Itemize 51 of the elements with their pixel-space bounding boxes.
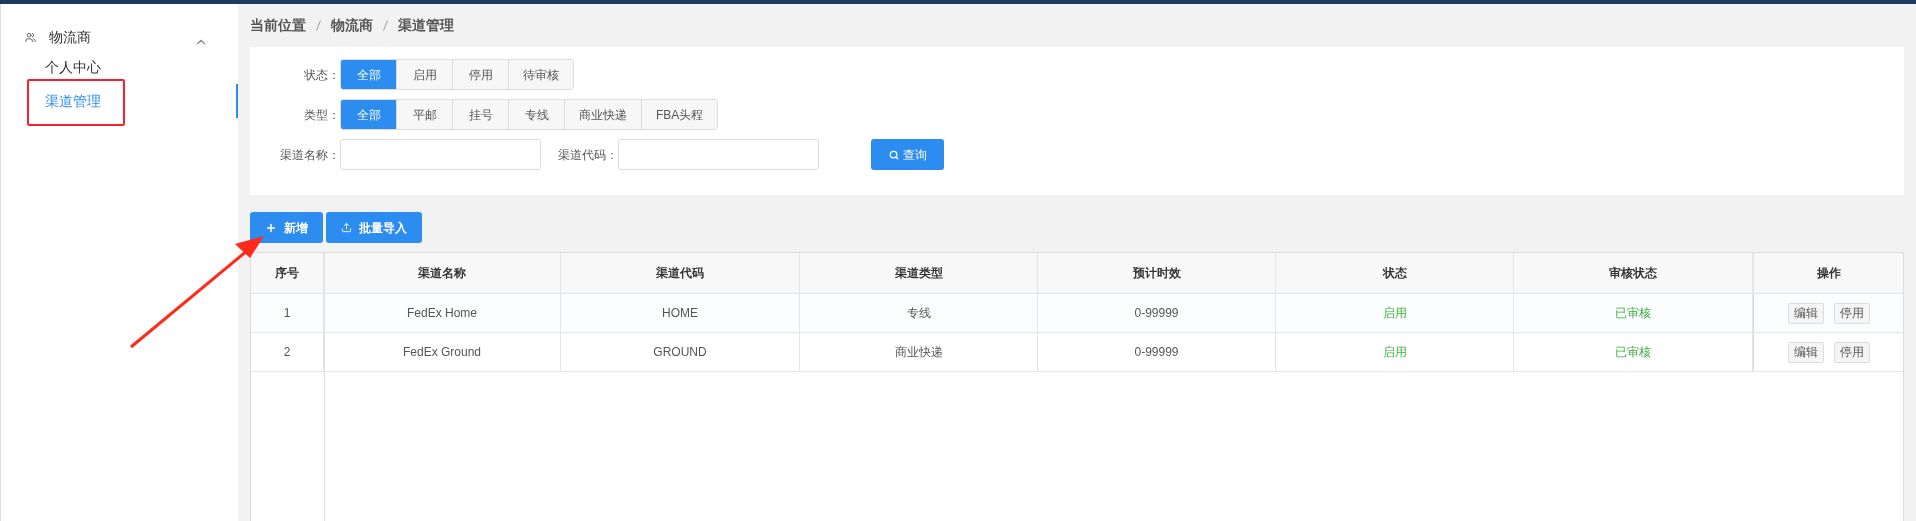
upload-icon xyxy=(341,222,352,233)
separator-icon xyxy=(383,20,388,31)
table-cell: 已审核 xyxy=(1514,294,1753,332)
column-header: 渠道类型 xyxy=(800,253,1038,293)
group-icon xyxy=(25,31,36,43)
column-header: 状态 xyxy=(1276,253,1514,293)
table-cell: FedEx Ground xyxy=(324,333,561,371)
filter-label: 类型： xyxy=(303,106,340,124)
filter-option[interactable]: FBA头程 xyxy=(642,100,718,129)
filter-label: 状态： xyxy=(303,66,340,84)
filter-option[interactable]: 待审核 xyxy=(509,60,573,89)
sidebar-item[interactable]: 渠道管理 xyxy=(1,84,238,118)
filter-option[interactable]: 挂号 xyxy=(453,100,509,129)
table-cell: 0-99999 xyxy=(1038,333,1276,371)
column-header: 预计时效 xyxy=(1038,253,1276,293)
table-cell: FedEx Home xyxy=(324,294,561,332)
table-cell: HOME xyxy=(561,294,800,332)
field-label: 渠道代码： xyxy=(557,146,618,164)
edit-button[interactable]: 编辑 xyxy=(1787,302,1824,324)
table-cell: 1 xyxy=(251,294,324,332)
column-header: 渠道代码 xyxy=(561,253,800,293)
separator-icon xyxy=(316,20,321,31)
sidebar-item[interactable]: 个人中心 xyxy=(1,50,238,84)
filter-option[interactable]: 商业快递 xyxy=(565,100,642,129)
input-field[interactable] xyxy=(340,139,541,170)
plus-icon xyxy=(265,221,277,234)
disable-button[interactable]: 停用 xyxy=(1833,302,1870,324)
column-header: 操作 xyxy=(1753,253,1903,293)
table-cell: 启用 xyxy=(1276,294,1514,332)
table-cell: 已审核 xyxy=(1514,333,1753,371)
filter-option[interactable]: 启用 xyxy=(397,60,453,89)
table-cell: 专线 xyxy=(800,294,1038,332)
input-field[interactable] xyxy=(618,139,819,170)
breadcrumb-item[interactable]: 物流商 xyxy=(331,15,373,36)
search-icon xyxy=(888,149,899,160)
breadcrumb-item: 当前位置 xyxy=(250,16,306,35)
table-cell: 商业快递 xyxy=(800,333,1038,371)
table-cell: 0-99999 xyxy=(1038,294,1276,332)
filter-option[interactable]: 专线 xyxy=(509,100,565,129)
disable-button[interactable]: 停用 xyxy=(1833,341,1870,363)
field-label: 渠道名称： xyxy=(279,146,340,164)
column-header: 审核状态 xyxy=(1514,253,1753,293)
table-cell: 2 xyxy=(251,333,324,371)
filter-option[interactable]: 停用 xyxy=(453,60,509,89)
edit-button[interactable]: 编辑 xyxy=(1787,341,1824,363)
table-cell: GROUND xyxy=(561,333,800,371)
table-cell: 启用 xyxy=(1276,333,1514,371)
column-header: 渠道名称 xyxy=(324,253,561,293)
filter-option[interactable]: 平邮 xyxy=(397,100,453,129)
breadcrumb-item[interactable]: 渠道管理 xyxy=(398,15,454,36)
menu-group-label[interactable]: 物流商 xyxy=(49,26,91,48)
